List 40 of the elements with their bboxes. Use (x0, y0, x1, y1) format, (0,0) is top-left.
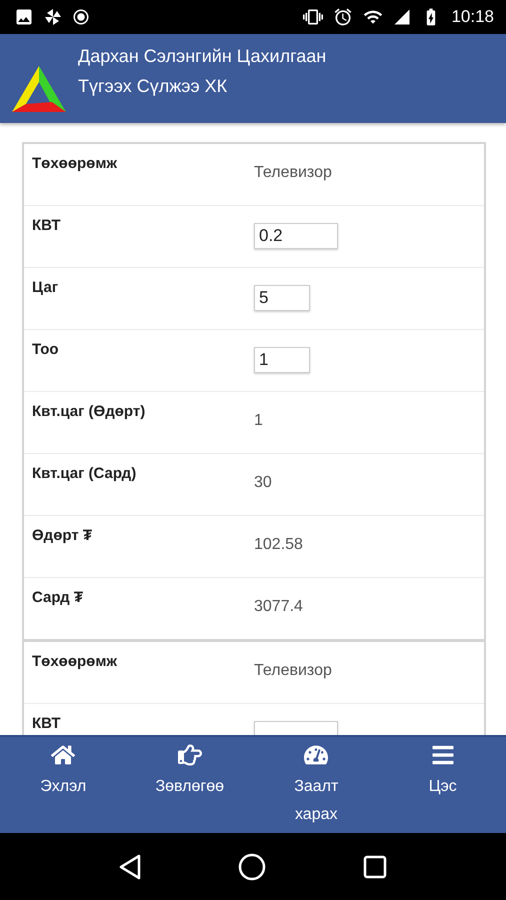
row-label: Квт.цаг (Өдөрт) (32, 402, 146, 420)
recents-icon (363, 854, 388, 878)
row-label: Төхөөрөмж (32, 154, 118, 172)
row-value: Телевизор (254, 163, 333, 182)
row-value: 30 (254, 473, 273, 492)
row-label: Цаг (32, 278, 60, 296)
row-label: Квт.цаг (Сард) (32, 464, 138, 482)
app-title: Түгээх Сүлжээ ХК (78, 75, 228, 98)
back-icon (118, 854, 141, 880)
vibrate-icon (303, 7, 324, 27)
row-label: Сард ₮ (32, 588, 84, 606)
home-icon (51, 743, 76, 767)
row-label: Төхөөрөмж (32, 652, 118, 670)
app-title: Дархан Сэлэнгийн Цахилгаан (78, 45, 326, 68)
row-label: Өдөрт ₮ (32, 526, 93, 544)
row-value: 102.58 (254, 535, 304, 554)
pinwheel-icon (44, 8, 62, 26)
nav-item[interactable]: Заалт харах (253, 737, 380, 833)
clock-time: 10:18 (451, 7, 494, 27)
row-label: Тоо (32, 340, 60, 358)
nav-item[interactable]: Зөвлөгөө (126, 737, 253, 833)
row-value: 1 (254, 411, 264, 430)
row-label: КВТ (32, 714, 62, 732)
row-value: 3077.4 (254, 597, 304, 616)
menu-icon (430, 743, 455, 767)
input-field[interactable]: 0.2 (254, 223, 338, 249)
home-circle-icon (238, 852, 266, 880)
input-field[interactable]: 1 (254, 347, 310, 373)
gauge-icon (304, 743, 328, 767)
row-label: КВТ (32, 216, 62, 234)
logo-icon (12, 64, 66, 114)
target-icon (72, 8, 90, 26)
signal-icon (393, 8, 412, 26)
row-value: Телевизор (254, 661, 333, 680)
image-icon (14, 7, 34, 27)
input-field[interactable]: 5 (254, 285, 310, 311)
nav-item[interactable]: Цэс (380, 737, 506, 833)
alarm-icon (333, 7, 354, 27)
pointing-hand-icon (178, 743, 202, 767)
nav-item[interactable]: Эхлэл (0, 737, 126, 833)
